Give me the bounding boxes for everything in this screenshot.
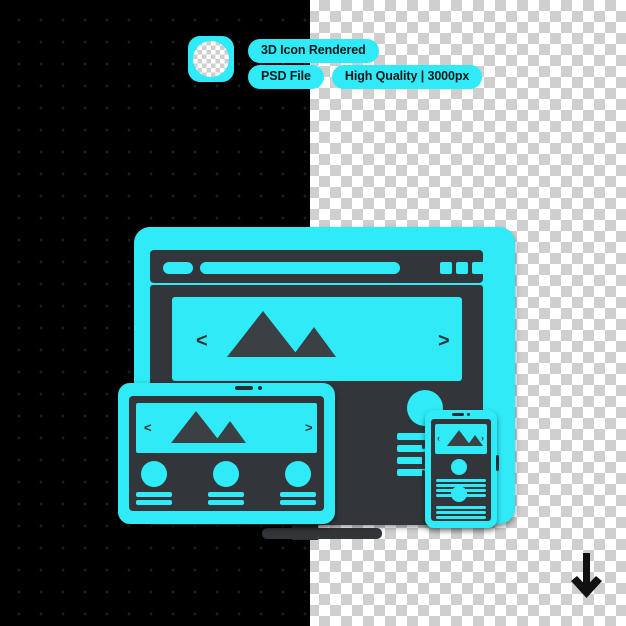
phone-speaker	[452, 413, 464, 416]
phone-card-1-circle	[451, 459, 467, 475]
tablet-card-3-line-2	[280, 500, 316, 505]
browser-url-field	[200, 262, 400, 274]
phone-side-button	[496, 455, 499, 471]
monitor-carousel-hero	[172, 297, 462, 381]
phone-card-1-line-1	[436, 479, 486, 482]
tablet-mountain-small-icon	[214, 421, 246, 443]
phone-button-1	[422, 440, 425, 449]
monitor-stand-base	[262, 528, 382, 539]
screenshot-canvas: 3D Icon Rendered PSD File High Quality |…	[0, 0, 626, 626]
browser-back-pill	[163, 262, 193, 274]
phone-button-3	[422, 470, 425, 483]
tablet-carousel-hero	[136, 403, 317, 453]
tablet-card-2-circle	[213, 461, 239, 487]
tablet-card-3-line-1	[280, 492, 316, 497]
tablet-carousel-prev-arrow: <	[144, 420, 152, 435]
tablet-card-1-line-2	[136, 500, 172, 505]
tablet-carousel-next-arrow: >	[305, 420, 313, 435]
tablet-card-2-line-2	[208, 500, 244, 505]
phone-carousel-next-arrow: ›	[481, 433, 484, 443]
phone-card-2-line-2	[436, 511, 486, 514]
phone-button-2	[422, 453, 425, 466]
phone-card-2-line-1	[436, 506, 486, 509]
tablet-card-3-circle	[285, 461, 311, 487]
phone-carousel-hero	[435, 424, 487, 454]
browser-window-button-3	[472, 262, 484, 274]
mountain-small-icon	[292, 327, 336, 357]
mountain-large-icon	[227, 311, 299, 357]
phone-card-2-circle	[451, 486, 467, 502]
tablet-card-1-circle	[141, 461, 167, 487]
browser-window-button-2	[456, 262, 468, 274]
responsive-design-illustration: < > < > ‹ ›	[0, 0, 626, 626]
monitor-carousel-next-arrow: >	[438, 330, 450, 352]
phone-card-2-line-3	[436, 516, 486, 519]
download-arrow-down-icon[interactable]	[570, 553, 604, 599]
tablet-card-2-line-1	[208, 492, 244, 497]
browser-window-button-1	[440, 262, 452, 274]
monitor-carousel-prev-arrow: <	[196, 330, 208, 352]
tablet-camera-icon	[258, 386, 262, 390]
tablet-speaker	[235, 386, 253, 390]
phone-camera-icon	[467, 413, 470, 416]
tablet-card-1-line-1	[136, 492, 172, 497]
phone-carousel-prev-arrow: ‹	[437, 433, 440, 443]
